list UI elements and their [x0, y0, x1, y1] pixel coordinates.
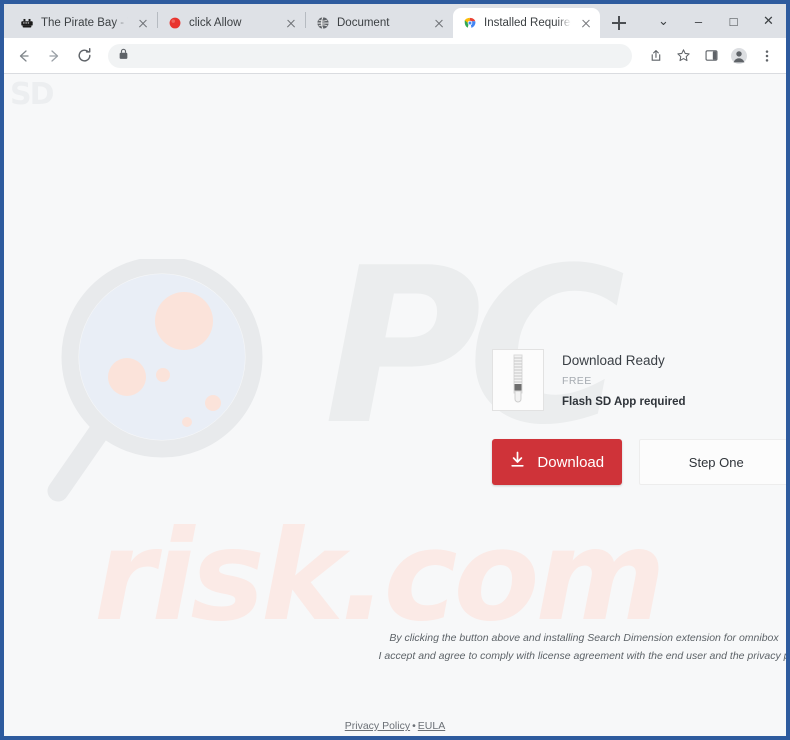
- disclaimer-line-1: By clicking the button above and install…: [389, 632, 779, 644]
- tab-pirate-bay[interactable]: The Pirate Bay - The gal: [10, 8, 157, 38]
- globe-icon: [316, 16, 330, 30]
- red-circle-icon: [168, 16, 182, 30]
- disclaimer-text: By clicking the button above and install…: [304, 629, 786, 666]
- tab-installed-required[interactable]: Installed Required: [453, 8, 600, 38]
- maximize-icon[interactable]: □: [716, 4, 751, 38]
- tab-document[interactable]: Document: [306, 8, 453, 38]
- price-label: FREE: [562, 375, 592, 387]
- footer-separator: •: [412, 720, 416, 732]
- download-button[interactable]: Download: [492, 439, 622, 485]
- magnifying-glass-icon: [44, 256, 274, 524]
- tab-close-icon[interactable]: [431, 15, 447, 31]
- three-dot-menu-icon[interactable]: [754, 43, 780, 69]
- close-icon[interactable]: ✕: [751, 4, 786, 38]
- page-footer: Privacy Policy • EULA: [4, 720, 786, 732]
- lock-icon: [118, 48, 129, 63]
- window-controls: ⌄ – □ ✕: [646, 4, 786, 38]
- tab-title: The Pirate Bay - The gal: [41, 17, 128, 29]
- bookmark-star-icon[interactable]: [670, 43, 696, 69]
- privacy-policy-link[interactable]: Privacy Policy: [345, 720, 410, 732]
- download-button-label: Download: [537, 453, 605, 471]
- side-panel-icon[interactable]: [698, 43, 724, 69]
- minimize-icon[interactable]: –: [681, 4, 716, 38]
- page-viewport: PC risk.com SD Download Ready FREE Flash…: [4, 74, 786, 736]
- download-title: Download Ready: [562, 353, 665, 368]
- eula-link[interactable]: EULA: [418, 720, 445, 732]
- share-icon[interactable]: [642, 43, 668, 69]
- disclaimer-line-2: I accept and agree to comply with licens…: [378, 650, 786, 663]
- watermark-risk-text: risk.com: [94, 504, 666, 649]
- tab-strip: The Pirate Bay - The gal click Allow: [4, 4, 786, 38]
- tab-close-icon[interactable]: [578, 15, 594, 31]
- action-buttons: Download Step One: [492, 439, 786, 485]
- back-button[interactable]: [10, 42, 38, 70]
- forward-button[interactable]: [40, 42, 68, 70]
- download-card: Download Ready FREE Flash SD App require…: [492, 349, 786, 485]
- download-arrow-icon: [509, 451, 526, 473]
- step-one-label: Step One: [688, 454, 744, 470]
- watermark-pc-text: PC: [324, 221, 625, 472]
- tab-close-icon[interactable]: [283, 15, 299, 31]
- step-one-button[interactable]: Step One: [638, 439, 786, 485]
- pirate-ship-icon: [20, 16, 34, 30]
- tab-click-allow[interactable]: click Allow: [158, 8, 305, 38]
- requirement-label: Flash SD App required: [562, 396, 686, 408]
- address-bar[interactable]: [108, 43, 632, 68]
- tab-title: Document: [337, 17, 390, 29]
- browser-window: The Pirate Bay - The gal click Allow: [0, 0, 790, 740]
- tab-close-icon[interactable]: [135, 15, 151, 31]
- chrome-icon: [463, 16, 477, 30]
- download-card-text: Download Ready FREE Flash SD App require…: [562, 349, 686, 408]
- browser-toolbar: [4, 38, 786, 74]
- zip-file-icon: [492, 349, 544, 411]
- new-tab-button[interactable]: [606, 10, 632, 36]
- profile-avatar-icon[interactable]: [726, 43, 752, 69]
- tab-title: click Allow: [189, 17, 242, 29]
- tab-title: Installed Required: [484, 17, 571, 29]
- download-card-header: Download Ready FREE Flash SD App require…: [492, 349, 786, 411]
- reload-button[interactable]: [70, 42, 98, 70]
- sd-brand-logo: SD: [10, 77, 54, 112]
- tab-search-icon[interactable]: ⌄: [646, 4, 681, 38]
